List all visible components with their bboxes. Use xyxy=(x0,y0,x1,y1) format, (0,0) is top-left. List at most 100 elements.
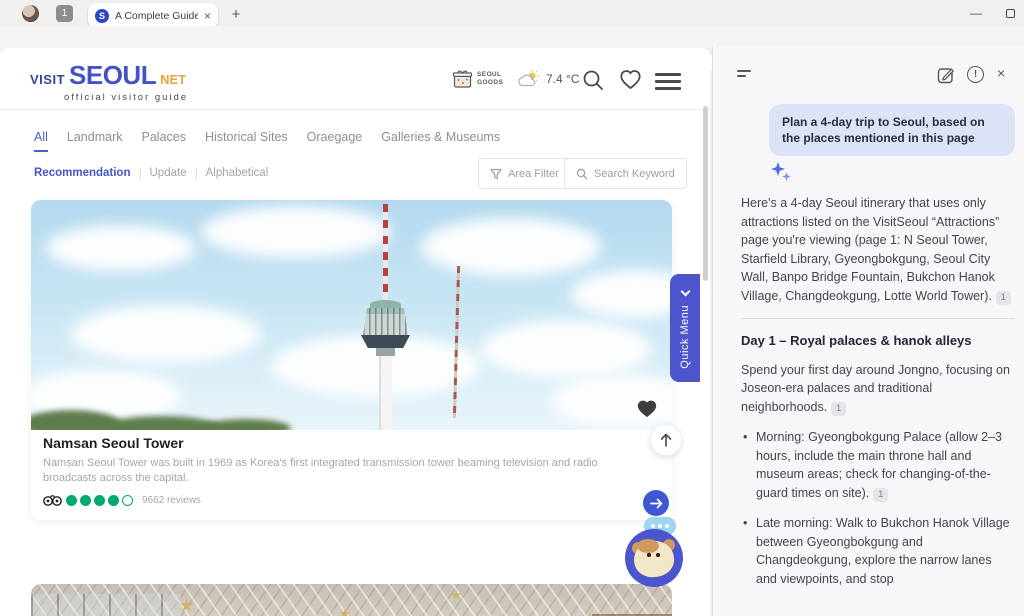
divider xyxy=(196,168,197,179)
rating-dot xyxy=(66,495,77,506)
sort-update[interactable]: Update xyxy=(150,167,187,179)
up-arrow-icon xyxy=(660,433,672,447)
reviews-count: 9662 reviews xyxy=(142,495,201,506)
temperature-text: 7.4 °C xyxy=(546,72,579,86)
day1-heading: Day 1 – Royal palaces & hanok alleys xyxy=(741,332,1015,351)
quick-menu-label: Quick Menu xyxy=(679,305,691,369)
attraction-card-namsan[interactable]: Namsan Seoul Tower Namsan Seoul Tower wa… xyxy=(31,200,672,520)
photo-like-heart-icon[interactable] xyxy=(635,397,659,419)
logo-visit: VISIT xyxy=(30,72,65,87)
logo-seoul: SEOUL xyxy=(69,60,156,91)
section-divider xyxy=(741,318,1015,319)
info-icon[interactable]: ! xyxy=(967,66,984,83)
browser-toolbar: ‹ › ⌂ ⟳ english.visitseoul.net/attractio… xyxy=(0,26,1024,48)
tab-landmark[interactable]: Landmark xyxy=(67,130,123,152)
day1-lead-paragraph: Spend your first day around Jongno, focu… xyxy=(741,361,1015,417)
user-message-bubble: Plan a 4-day trip to Seoul, based on the… xyxy=(769,104,1015,156)
rating-dot xyxy=(94,495,105,506)
citation-badge[interactable]: 1 xyxy=(831,402,846,416)
assistant-sidebar: ! × Plan a 4-day trip to Seoul, based on… xyxy=(712,46,1024,616)
restore-icon xyxy=(1006,9,1015,18)
logo-net: NET xyxy=(160,72,186,87)
sidebar-close-icon[interactable]: × xyxy=(997,65,1005,81)
quick-menu-tab[interactable]: Quick Menu xyxy=(670,274,700,382)
citation-badge[interactable]: 1 xyxy=(996,291,1011,305)
card-detail-arrow-button[interactable] xyxy=(643,490,669,516)
tower-column xyxy=(379,356,392,430)
goods-label-line2: GOODS xyxy=(477,79,503,87)
tower-antenna xyxy=(383,204,388,306)
new-tab-button[interactable]: + xyxy=(228,6,244,22)
rating-dot xyxy=(122,495,133,506)
mascot-eye xyxy=(656,553,660,557)
ai-sparkle-icon xyxy=(769,160,793,184)
divider xyxy=(140,168,141,179)
tab-palaces[interactable]: Palaces xyxy=(142,130,186,152)
card-description: Namsan Seoul Tower was built in 1969 as … xyxy=(43,456,651,486)
tripadvisor-owl-icon xyxy=(43,494,62,507)
tower-dark-band xyxy=(361,335,410,348)
tab-title: A Complete Guide to Attr xyxy=(115,10,198,22)
tab-all[interactable]: All xyxy=(34,130,48,152)
history-menu-icon[interactable] xyxy=(737,70,751,80)
tower-cap xyxy=(370,300,401,309)
tab-galleries-museums[interactable]: Galleries & Museums xyxy=(381,130,500,152)
quick-menu-chevron-icon xyxy=(680,286,690,296)
visitseoul-logo[interactable]: VISIT SEOUL NET xyxy=(30,60,186,91)
itinerary-bullet-late-morning: Late morning: Walk to Bukchon Hanok Vill… xyxy=(741,514,1015,588)
weather-widget[interactable]: 7.4 °C xyxy=(518,69,579,89)
seoul-goods-button[interactable]: SEOUL GOODS xyxy=(452,69,503,89)
tower-neck xyxy=(376,348,395,356)
search-icon[interactable] xyxy=(582,69,605,92)
workspace-icon[interactable]: 1 xyxy=(56,5,73,22)
search-keyword-label: Search Keyword xyxy=(594,168,675,180)
area-filter-label: Area Filter xyxy=(508,168,559,180)
assistant-intro-paragraph: Here's a 4-day Seoul itinerary that uses… xyxy=(741,194,1015,305)
new-chat-compose-icon[interactable] xyxy=(937,66,955,84)
site-header: VISIT SEOUL NET official visitor guide S… xyxy=(0,48,710,110)
scroll-to-top-button[interactable] xyxy=(650,424,682,456)
assistant-response: Here's a 4-day Seoul itinerary that uses… xyxy=(741,194,1015,600)
star-ornament: ★ xyxy=(179,596,194,616)
search-small-icon xyxy=(576,168,588,180)
wishlist-heart-icon[interactable] xyxy=(619,69,642,90)
rating-dots xyxy=(66,495,133,506)
tab-close-icon[interactable]: × xyxy=(204,10,211,22)
search-keyword-button[interactable]: Search Keyword xyxy=(564,158,687,189)
rating-dot xyxy=(108,495,119,506)
tab-oraegage[interactable]: Oraegage xyxy=(307,130,363,152)
profile-avatar[interactable] xyxy=(22,5,39,22)
itinerary-bullet-morning: Morning: Gyeongbokgung Palace (allow 2–3… xyxy=(741,428,1015,502)
page-scrollbar-thumb[interactable] xyxy=(703,106,708,281)
window-restore-button[interactable] xyxy=(996,2,1024,24)
right-arrow-icon xyxy=(650,498,663,509)
tower-observation-deck xyxy=(363,308,408,335)
sort-recommendation[interactable]: Recommendation xyxy=(34,167,131,179)
broadcast-mast xyxy=(453,266,460,418)
category-tabs: All Landmark Palaces Historical Sites Or… xyxy=(34,130,500,152)
sort-alphabetical[interactable]: Alphabetical xyxy=(206,167,269,179)
starfield-library-photo[interactable]: ★ ★ ★ ★ ★ xyxy=(31,584,672,616)
assistant-mascot-sticker[interactable] xyxy=(625,529,683,587)
window-minimize-button[interactable]: — xyxy=(962,2,990,24)
rating-dot xyxy=(80,495,91,506)
mascot-fur-patch xyxy=(637,539,659,553)
mascot-eye xyxy=(647,553,651,557)
sort-options: Recommendation Update Alphabetical xyxy=(34,167,268,179)
gift-icon xyxy=(452,69,473,89)
area-filter-button[interactable]: Area Filter xyxy=(478,158,571,189)
star-ornament: ★ xyxy=(583,610,596,616)
tab-favicon-icon: S xyxy=(95,9,109,23)
browser-titlebar: 1 S A Complete Guide to Attr × + — xyxy=(0,0,1024,28)
namsan-tower-photo[interactable] xyxy=(31,200,672,430)
logo-tagline: official visitor guide xyxy=(64,92,188,103)
rating-row: 9662 reviews xyxy=(43,494,201,507)
menu-hamburger-icon[interactable] xyxy=(655,73,681,94)
funnel-icon xyxy=(490,168,502,180)
tab-historical-sites[interactable]: Historical Sites xyxy=(205,130,288,152)
goods-label-line1: SEOUL xyxy=(477,71,503,79)
browser-tab[interactable]: S A Complete Guide to Attr × xyxy=(88,3,218,28)
citation-badge[interactable]: 1 xyxy=(873,488,888,502)
sun-cloud-icon xyxy=(518,69,542,89)
card-title[interactable]: Namsan Seoul Tower xyxy=(43,435,184,451)
